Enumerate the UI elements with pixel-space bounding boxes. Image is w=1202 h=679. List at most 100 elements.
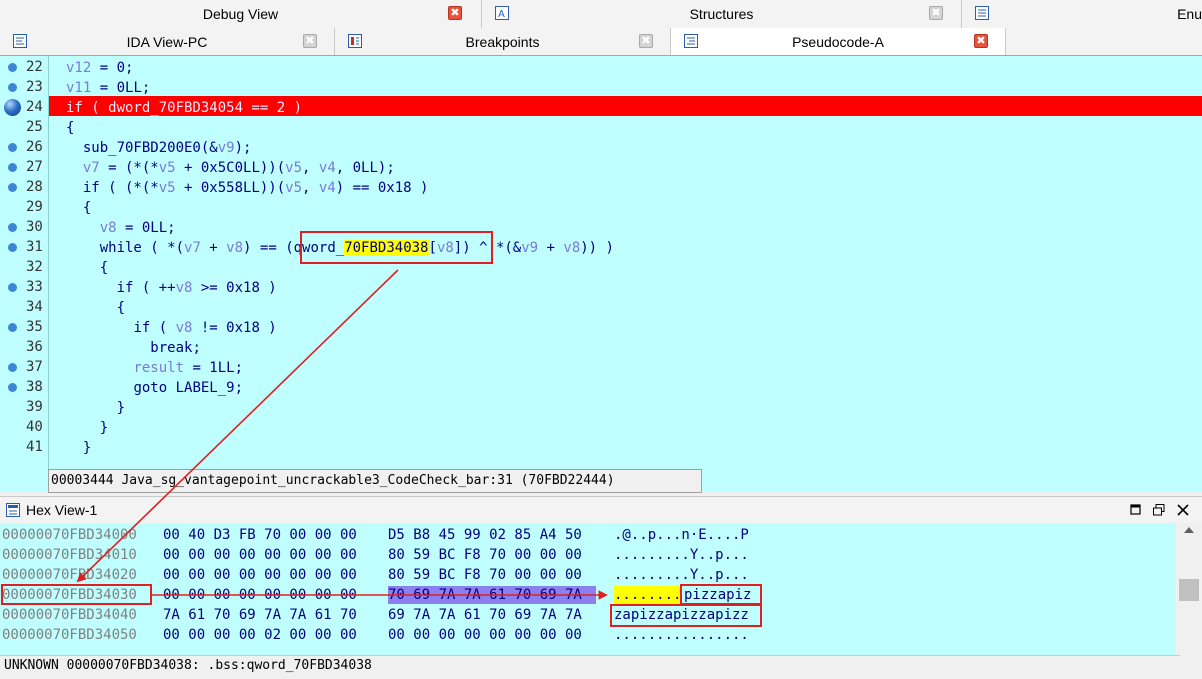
close-icon[interactable]: ✖ — [929, 6, 943, 20]
breakpoint-dot-icon[interactable] — [8, 83, 17, 92]
gutter-line[interactable]: 25 — [0, 118, 48, 138]
code-line[interactable]: goto LABEL_9; — [66, 378, 243, 398]
code-line[interactable]: if ( (*(*v5 + 0x558LL))(v5, v4) == 0x18 … — [66, 178, 429, 198]
hex-bytes: D5 B8 45 99 02 85 A4 50 — [388, 527, 582, 543]
tab-breakpoints[interactable]: Breakpoints ✖ — [335, 28, 671, 55]
code-token: = 0LL; — [91, 80, 151, 96]
code-token: } — [99, 420, 109, 436]
hex-scrollbar[interactable] — [1176, 523, 1202, 655]
code-line[interactable]: } — [66, 418, 108, 438]
enums-icon — [975, 6, 989, 20]
code-token: + 0x558LL))( — [175, 180, 286, 196]
close-icon[interactable]: ✖ — [974, 34, 988, 48]
gutter-line[interactable]: 26 — [0, 138, 48, 158]
hex-row[interactable]: 00000070FBD34040 7A 61 70 69 7A 7A 61 70 6… — [0, 605, 1176, 625]
gutter-line[interactable]: 34 — [0, 298, 48, 318]
gutter-line[interactable]: 24 — [0, 98, 48, 118]
tab-ida-view[interactable]: IDA View-PC ✖ — [0, 28, 335, 55]
close-icon[interactable]: ✖ — [303, 34, 317, 48]
code-line[interactable]: v8 = 0LL; — [66, 218, 176, 238]
breakpoint-dot-icon[interactable] — [8, 363, 17, 372]
gutter-line[interactable]: 31 — [0, 238, 48, 258]
gutter-line[interactable]: 28 — [0, 178, 48, 198]
gutter-line[interactable]: 23 — [0, 78, 48, 98]
maximize-icon[interactable] — [1130, 503, 1142, 521]
gutter-line[interactable]: 35 — [0, 318, 48, 338]
gutter-line[interactable]: 37 — [0, 358, 48, 378]
hex-row[interactable]: 00000070FBD34000 00 40 D3 FB 70 00 00 00 D… — [0, 525, 1176, 545]
code-line[interactable]: { — [66, 118, 74, 138]
close-icon[interactable] — [1177, 503, 1189, 521]
hex-row[interactable]: 00000070FBD34010 00 00 00 00 00 00 00 00 8… — [0, 545, 1176, 565]
breakpoint-dot-icon[interactable] — [8, 383, 17, 392]
code-line[interactable]: } — [66, 438, 91, 458]
hex-ascii: .@..p...n·E....P — [614, 527, 749, 543]
tab-structures[interactable]: A Structures ✖ — [482, 0, 962, 28]
gutter-line[interactable]: 38 — [0, 378, 48, 398]
line-number: 26 — [26, 139, 43, 155]
breakpoint-dot-icon[interactable] — [8, 283, 17, 292]
hex-row[interactable]: 00000070FBD34050 00 00 00 00 02 00 00 00 0… — [0, 625, 1176, 645]
code-token: if ( ++ — [116, 280, 176, 296]
hex-address: 00000070FBD34050 — [2, 627, 137, 643]
gutter-line[interactable]: 32 — [0, 258, 48, 278]
tab-label: Enu — [1177, 6, 1202, 22]
scroll-thumb[interactable] — [1179, 579, 1199, 601]
code-token: } — [82, 440, 92, 456]
code-token: ); — [234, 140, 252, 156]
code-token: { — [99, 260, 109, 276]
gutter-line[interactable]: 33 — [0, 278, 48, 298]
scroll-up-icon[interactable] — [1184, 527, 1194, 533]
gutter-line[interactable]: 36 — [0, 338, 48, 358]
breakpoint-dot-icon[interactable] — [8, 223, 17, 232]
tab-pseudocode[interactable]: Pseudocode-A ✖ — [671, 28, 1006, 55]
code-line[interactable]: { — [66, 198, 91, 218]
tab-debug-view[interactable]: Debug View ✖ — [0, 0, 482, 28]
code-line[interactable]: } — [66, 398, 125, 418]
code-line[interactable]: break; — [66, 338, 201, 358]
code-line[interactable]: while ( *(v7 + v8) == (qword_70FBD34038[… — [66, 238, 614, 258]
tab-enums[interactable]: Enu — [962, 0, 1202, 28]
breakpoint-dot-icon[interactable] — [8, 243, 17, 252]
code-line[interactable]: v11 = 0LL; — [66, 78, 150, 98]
code-line[interactable]: v7 = (*(*v5 + 0x5C0LL))(v5, v4, 0LL); — [66, 158, 395, 178]
hex-row[interactable]: 00000070FBD34030 00 00 00 00 00 00 00 00 7… — [0, 585, 1176, 605]
pseudocode-panel[interactable]: 22 23 24 25 26 27 28 29 30 31 32 33 34 35 36 37 38 39 40 41… — [0, 56, 1202, 493]
breakpoint-dot-icon[interactable] — [8, 163, 17, 172]
code-token: sub_70FBD200E0(& — [82, 140, 218, 156]
code-line[interactable]: sub_70FBD200E0(&v9); — [66, 138, 252, 158]
gutter-line[interactable]: 29 — [0, 198, 48, 218]
breakpoint-dot-icon[interactable] — [8, 143, 17, 152]
close-icon[interactable]: ✖ — [639, 34, 653, 48]
breakpoint-dot-icon[interactable] — [8, 323, 17, 332]
close-icon[interactable]: ✖ — [448, 6, 462, 20]
gutter-separator — [48, 56, 49, 492]
code-token: if ( dword_70FBD34054 == 2 ) — [66, 100, 303, 116]
gutter-line[interactable]: 27 — [0, 158, 48, 178]
hex-address: 00000070FBD34030 — [2, 587, 137, 603]
breakpoint-dot-icon[interactable] — [8, 63, 17, 72]
code-line[interactable]: { — [66, 298, 125, 318]
code-line[interactable]: if ( v8 != 0x18 ) — [66, 318, 276, 338]
hex-row[interactable]: 00000070FBD34020 00 00 00 00 00 00 00 00 8… — [0, 565, 1176, 585]
gutter-line[interactable]: 39 — [0, 398, 48, 418]
line-number: 38 — [26, 379, 43, 395]
restore-icon[interactable] — [1153, 503, 1165, 521]
gutter-line[interactable]: 40 — [0, 418, 48, 438]
gutter-line[interactable]: 22 — [0, 58, 48, 78]
code-line[interactable]: if ( dword_70FBD34054 == 2 ) — [66, 98, 302, 118]
code-line[interactable]: result = 1LL; — [66, 358, 243, 378]
code-line[interactable]: v12 = 0; — [66, 58, 133, 78]
code-line[interactable]: if ( ++v8 >= 0x18 ) — [66, 278, 277, 298]
line-number: 31 — [26, 239, 43, 255]
breakpoint-dot-icon[interactable] — [8, 183, 17, 192]
gutter-line[interactable]: 30 — [0, 218, 48, 238]
code-line[interactable]: { — [66, 258, 108, 278]
hex-view-panel[interactable]: 00000070FBD34000 00 40 D3 FB 70 00 00 00 D… — [0, 523, 1176, 655]
breakpoint-icon[interactable] — [4, 99, 21, 116]
gutter-line[interactable]: 41 — [0, 438, 48, 458]
